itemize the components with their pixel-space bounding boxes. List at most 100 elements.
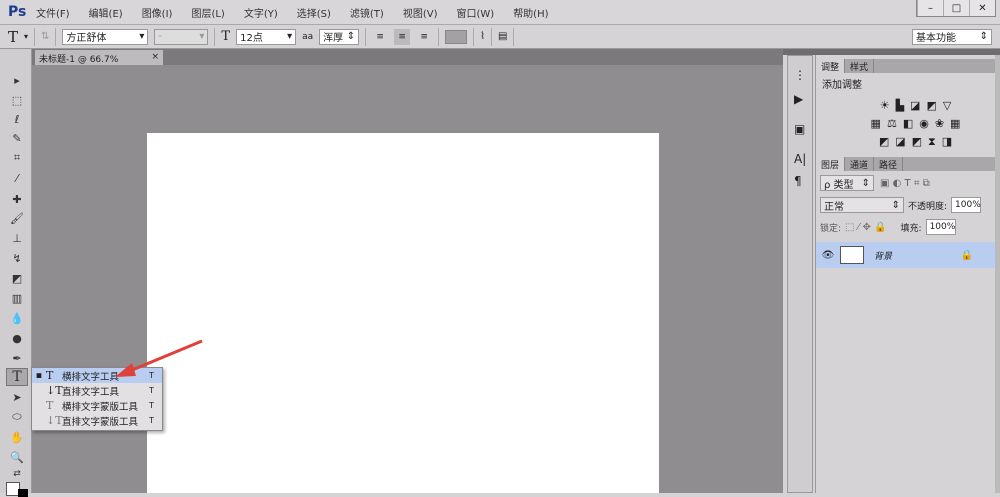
pen-tool-icon[interactable]: ✒ [6,349,28,367]
tab-styles[interactable]: 样式 [845,59,875,73]
photo-filter-icon[interactable]: ◉ [919,117,929,130]
dodge-tool-icon[interactable]: ● [6,329,28,347]
orientation-toggle-icon[interactable]: ⇅ [41,31,49,42]
minimize-button[interactable]: – [917,0,943,16]
eraser-tool-icon[interactable]: ◩ [6,269,28,287]
tab-adjustments[interactable]: 调整 [816,59,846,73]
layer-filter-select[interactable]: ρ 类型 ⇕ [820,175,874,191]
vibrance-icon[interactable]: ▽ [943,99,951,112]
lasso-tool-icon[interactable]: ℓ [6,110,28,128]
character-panel-icon[interactable]: ▤ [498,31,507,42]
exposure-icon[interactable]: ◩ [926,99,936,112]
lock-icons[interactable]: ⬚ ⁄ ✥ 🔒 [845,222,886,233]
preset-dropdown-icon[interactable]: ▾ [24,32,28,41]
updown-icon: ⇕ [891,199,900,211]
font-size-select[interactable]: 12点 ▾ [236,28,297,45]
menu-image[interactable]: 图像(I) [142,5,173,20]
brush-tool-icon[interactable]: 🖌 [6,209,28,227]
document-tab[interactable]: 未标题-1 @ 66.7%(RGB/8) × [35,50,163,75]
layer-name[interactable]: 背景 [874,249,892,262]
tab-layers[interactable]: 图层 [816,157,846,171]
flyout-item-vertical-type[interactable]: ↓T 直排文字工具 T [32,383,162,398]
panel-scrollbar[interactable] [995,55,1000,493]
layer-row[interactable]: 👁 背景 🔒 [816,242,995,268]
color-lookup-icon[interactable]: ▦ [950,117,960,130]
maximize-button[interactable]: □ [943,0,969,16]
font-family-select[interactable]: 方正舒体 ▾ [62,28,149,45]
align-center-icon[interactable]: ≡ [394,28,411,45]
history-brush-tool-icon[interactable]: ↯ [6,249,28,267]
healing-brush-tool-icon[interactable]: ✚ [6,190,28,208]
close-button[interactable]: ✕ [969,0,995,16]
stamp-tool-icon[interactable]: ⊥ [6,229,28,247]
invert-icon[interactable]: ◩ [879,135,889,149]
vertical-type-icon: ↓T [46,384,63,397]
quick-select-tool-icon[interactable]: ✎ [6,129,28,147]
divider [513,27,515,46]
menu-help[interactable]: 帮助(H) [513,5,548,20]
text-color-swatch[interactable] [445,29,468,44]
brightness-icon[interactable]: ☀ [880,99,890,112]
adjustment-icons-row: ▦ ⚖ ◧ ◉ ❀ ▦ [836,117,995,130]
path-select-tool-icon[interactable]: ➤ [6,388,28,406]
paragraph-panel-icon[interactable]: ¶ [794,174,802,188]
crop-tool-icon[interactable]: ⌗ [6,149,28,167]
posterize-icon[interactable]: ◪ [895,135,905,149]
color-balance-icon[interactable]: ⚖ [887,117,897,130]
zoom-tool-icon[interactable]: 🔍 [6,448,28,466]
type-tool-preset-icon[interactable]: T [8,28,18,46]
antialias-select[interactable]: 浑厚 ⇕ [319,28,360,45]
blur-tool-icon[interactable]: 💧 [6,309,28,327]
threshold-icon[interactable]: ◩ [912,135,922,149]
move-tool-icon[interactable]: ▸ [6,71,28,89]
menu-type[interactable]: 文字(Y) [244,5,278,20]
lock-row: 锁定: ⬚ ⁄ ✥ 🔒 填充: 100% [816,215,995,239]
menu-select[interactable]: 选择(S) [297,5,331,20]
menu-layer[interactable]: 图层(L) [191,5,224,20]
blend-mode-select[interactable]: 正常 ⇕ [820,197,904,213]
eyedropper-tool-icon[interactable]: ⁄ [6,169,28,187]
menu-view[interactable]: 视图(V) [403,5,438,20]
fill-input[interactable]: 100% [925,219,956,235]
workspace-value: 基本功能 [916,33,956,44]
swap-colors-icon[interactable]: ⇄ [6,465,28,483]
close-tab-icon[interactable]: × [151,52,159,63]
menu-edit[interactable]: 编辑(E) [89,5,123,20]
gradient-tool-icon[interactable]: ▥ [6,289,28,307]
workspace-select[interactable]: 基本功能 ⇕ [912,28,992,45]
channel-mixer-icon[interactable]: ❀ [935,117,944,130]
align-left-icon[interactable]: ≡ [372,29,388,45]
opacity-input[interactable]: 100% [951,197,982,213]
curves-icon[interactable]: ◪ [910,99,920,112]
gradient-map-icon[interactable]: ◨ [942,135,952,149]
flyout-item-horizontal-type-mask[interactable]: T 横排文字蒙版工具 T [32,398,162,413]
visibility-eye-icon[interactable]: 👁 [816,250,840,261]
marquee-tool-icon[interactable]: ⬚ [6,91,28,109]
type-tool-icon[interactable]: T [6,368,28,386]
menu-file[interactable]: 文件(F) [36,5,70,20]
background-color-swatch[interactable] [18,489,28,497]
menu-window[interactable]: 窗口(W) [456,5,494,20]
chevron-down-icon: ▾ [199,31,205,42]
history-panel-icon[interactable]: ⋮ [794,68,806,82]
annotation-arrow [115,339,203,377]
levels-icon[interactable]: ▙ [896,99,904,112]
tab-paths[interactable]: 路径 [874,157,904,171]
bw-icon[interactable]: ◧ [903,117,913,130]
hand-tool-icon[interactable]: ✋ [6,428,28,446]
document-canvas[interactable] [147,133,659,493]
properties-panel-icon[interactable]: ▣ [794,122,805,136]
selective-color-icon[interactable]: ⧗ [928,135,936,149]
filter-type-icons[interactable]: ▣ ◐ T ⌗ ⧉ [880,178,930,189]
hue-icon[interactable]: ▦ [871,117,881,130]
flyout-item-vertical-type-mask[interactable]: ↓T 直排文字蒙版工具 T [32,413,162,428]
ellipse-tool-icon[interactable]: ⬭ [6,408,28,426]
align-right-icon[interactable]: ≡ [416,29,432,45]
font-family-value: 方正舒体 [66,33,107,44]
menu-filter[interactable]: 滤镜(T) [350,5,384,20]
font-style-select[interactable]: - ▾ [154,28,209,45]
actions-panel-icon[interactable]: ▶ [794,92,803,106]
character-panel-icon[interactable]: A| [794,152,806,166]
tab-channels[interactable]: 通道 [845,157,875,171]
warp-text-icon[interactable]: ⌇ [480,31,485,42]
